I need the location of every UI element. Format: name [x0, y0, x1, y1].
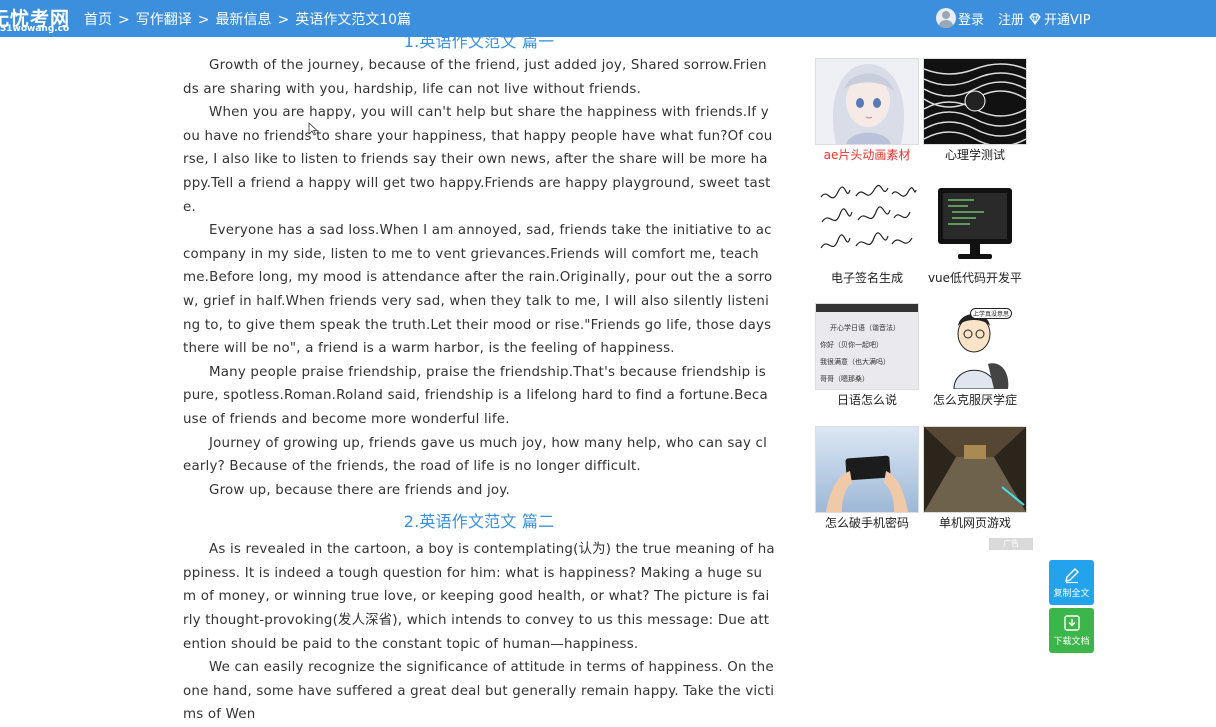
- recommend-tile[interactable]: 上学真没意思 怎么克服厌学症: [923, 303, 1027, 408]
- recommend-tile[interactable]: 怎么破手机密码: [815, 426, 919, 531]
- register-link[interactable]: 注册: [998, 9, 1024, 28]
- copy-full-text-button[interactable]: 复制全文: [1049, 560, 1094, 605]
- article-body: 1.英语作文范文 篇一 Growth of the journey, becau…: [183, 30, 775, 727]
- recommend-tile[interactable]: vue低代码开发平: [923, 181, 1027, 286]
- copy-label: 复制全文: [1053, 589, 1090, 599]
- speech-bubble: 上学真没意思: [970, 308, 1013, 319]
- breadcrumb-writing[interactable]: 写作翻译: [136, 9, 192, 29]
- japanese-line: 我很满意（也大满吗）: [820, 358, 890, 366]
- breadcrumb-latest[interactable]: 最新信息: [215, 9, 271, 29]
- breadcrumb-separator: >: [197, 12, 210, 28]
- paragraph: Many people praise friendship, praise th…: [183, 364, 768, 427]
- recommend-tile[interactable]: 单机网页游戏: [923, 426, 1027, 531]
- paragraph: We can easily recognize the significance…: [183, 660, 775, 723]
- tile-caption: 单机网页游戏: [938, 516, 1011, 530]
- ad-badge: 广告: [989, 538, 1033, 550]
- japanese-line: 开心学日语（谐音法）: [830, 324, 900, 332]
- user-area: 登录 注册: [936, 8, 1024, 28]
- paragraph: Everyone has a sad loss.When I am annoye…: [183, 223, 773, 357]
- japanese-line: 你好（贝你一起吧）: [820, 341, 883, 349]
- breadcrumb-current[interactable]: 英语作文范文10篇: [295, 9, 411, 29]
- pencil-icon: [1064, 568, 1079, 584]
- paragraph: Journey of growing up, friends gave us m…: [183, 435, 768, 475]
- signature-image: [815, 181, 919, 268]
- download-label: 下载文档: [1053, 637, 1090, 647]
- tile-caption: 电子签名生成: [830, 271, 903, 285]
- japanese-line: 哥哥（嗯那桑）: [820, 375, 869, 383]
- tile-caption: 怎么破手机密码: [824, 516, 909, 530]
- vip-link[interactable]: 开通VIP: [1029, 9, 1091, 28]
- tile-caption: 心理学测试: [944, 148, 1005, 162]
- vip-label: 开通VIP: [1044, 13, 1091, 28]
- paragraph: When you are happy, you will can't help …: [183, 105, 773, 215]
- mouse-cursor-icon: [308, 122, 318, 136]
- breadcrumb-home[interactable]: 首页: [84, 9, 112, 29]
- recommend-tile[interactable]: ae片头动画素材: [815, 58, 919, 163]
- section-title-2: 2.英语作文范文 篇二: [403, 512, 555, 532]
- recommend-tile[interactable]: 开心学日语（谐音法） 你好（贝你一起吧） 我很满意（也大满吗） 哥哥（嗯那桑） …: [815, 303, 919, 408]
- breadcrumb-separator: >: [118, 12, 130, 28]
- section-title-1: 1.英语作文范文 篇一: [403, 32, 555, 51]
- game-scene-image: [923, 426, 1027, 513]
- diamond-icon: [1029, 12, 1041, 25]
- login-link[interactable]: 登录: [958, 9, 984, 28]
- avatar-icon[interactable]: [936, 8, 956, 28]
- paragraph: Grow up, because there are friends and j…: [209, 482, 510, 498]
- site-logo[interactable]: 无忧考网 51wowang.com: [0, 3, 70, 35]
- phone-in-hands-image: [815, 426, 919, 513]
- recommend-tile[interactable]: 电子签名生成: [815, 181, 919, 286]
- tile-caption: 日语怎么说: [836, 393, 897, 407]
- japanese-phrases-image: 开心学日语（谐音法） 你好（贝你一起吧） 我很满意（也大满吗） 哥哥（嗯那桑）: [815, 303, 919, 390]
- anime-girl-image: [815, 58, 919, 145]
- tile-caption: 怎么克服厌学症: [932, 393, 1017, 407]
- breadcrumb: 首页 > 写作翻译 > 最新信息 > 英语作文范文10篇: [84, 9, 411, 29]
- optical-illusion-image: [923, 58, 1027, 145]
- logo-domain: 51wowang.com: [0, 24, 70, 34]
- paragraph: Growth of the journey, because of the fr…: [183, 58, 767, 97]
- paragraph: As is revealed in the cartoon, a boy is …: [183, 542, 775, 652]
- monitor-image: [923, 181, 1027, 268]
- tile-caption: vue低代码开发平: [927, 271, 1023, 285]
- download-icon: [1063, 615, 1080, 631]
- download-document-button[interactable]: 下载文档: [1049, 608, 1094, 653]
- recommend-tile[interactable]: 心理学测试: [923, 58, 1027, 163]
- tile-caption: ae片头动画素材: [823, 148, 911, 162]
- cartoon-student-image: 上学真没意思: [923, 303, 1027, 390]
- breadcrumb-separator: >: [277, 12, 290, 28]
